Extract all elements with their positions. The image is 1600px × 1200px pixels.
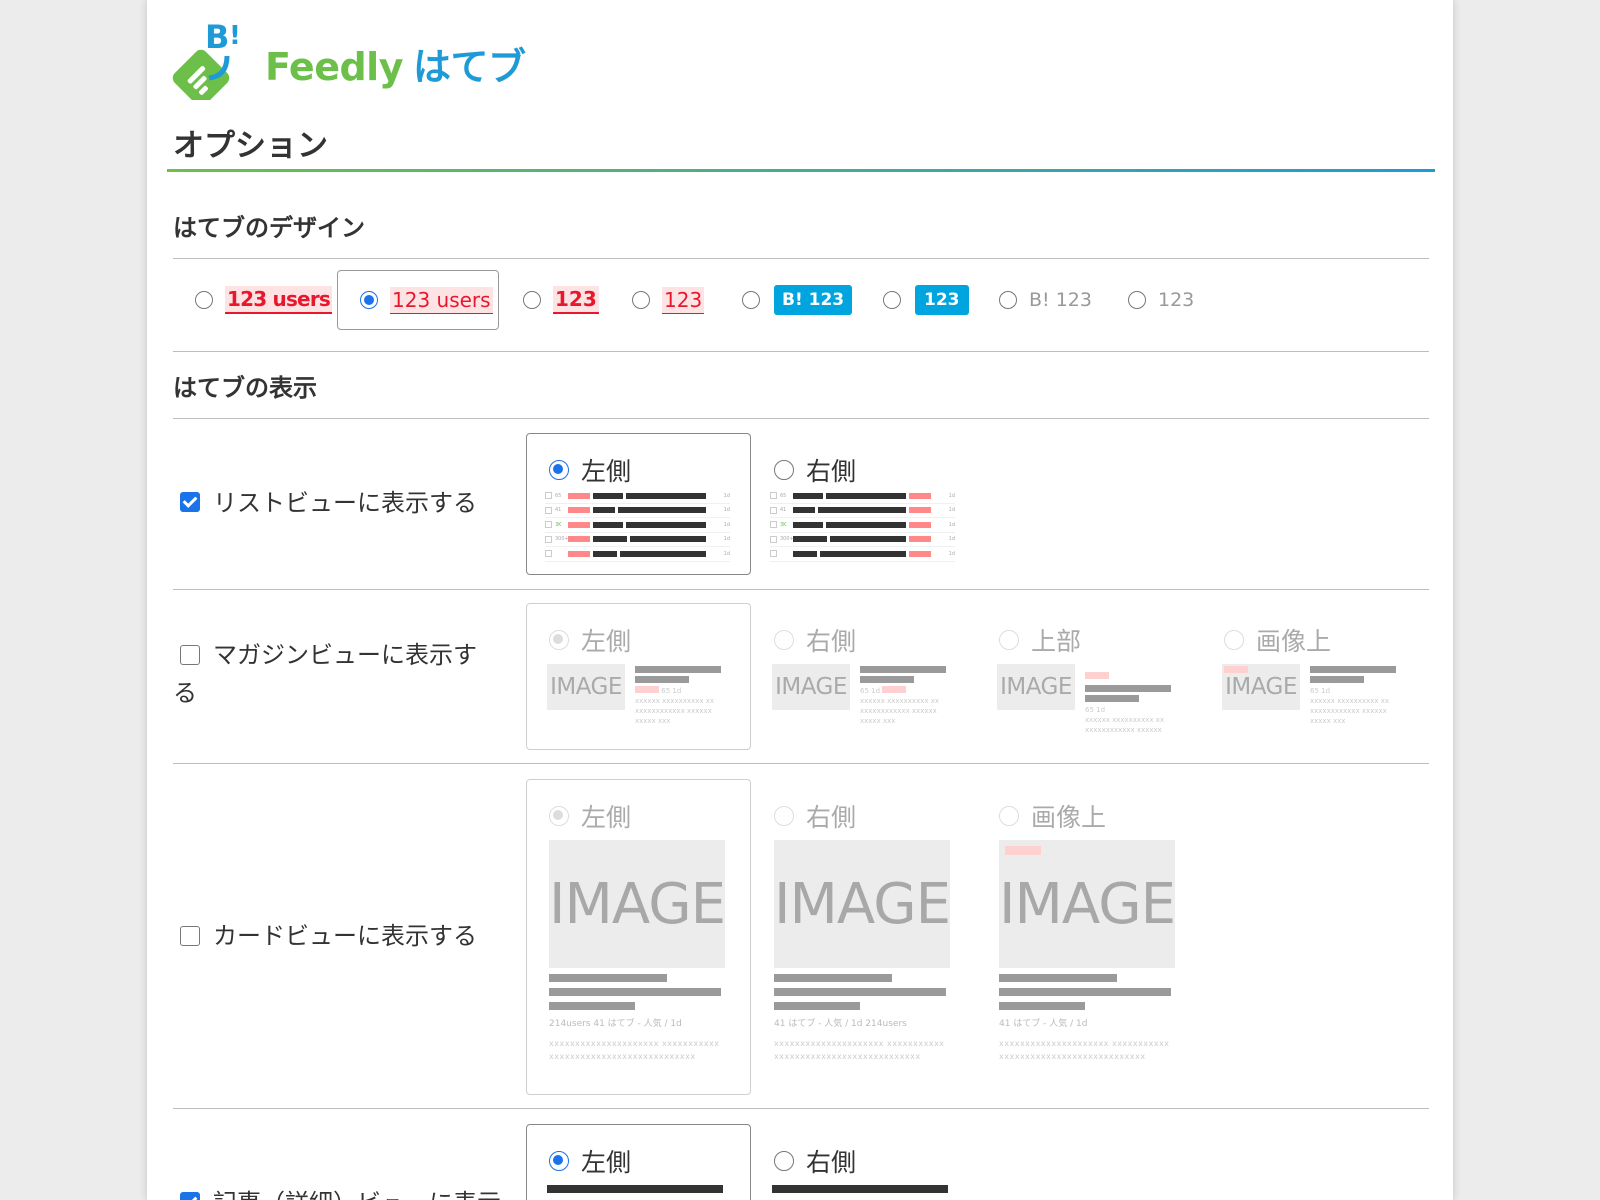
option-label: 右側: [806, 627, 857, 656]
card-view-option-right[interactable]: 右側 IMAGE 41 はてブ - 人気 / 1d 214users xxxxx…: [751, 779, 976, 1095]
design-option-1[interactable]: 123 users: [195, 270, 332, 330]
page-title: オプション: [173, 128, 328, 164]
radio-icon[interactable]: [774, 460, 794, 480]
design-sample-3: 123: [553, 286, 599, 314]
svg-text:B: B: [205, 18, 229, 56]
radio-icon[interactable]: [632, 291, 650, 309]
radio-icon[interactable]: [195, 291, 213, 309]
radio-icon[interactable]: [1128, 291, 1146, 309]
divider: [173, 418, 1429, 419]
list-view-option-right[interactable]: 右側 65 1d 41 1d 3K 1d 300+ 1d 1d: [751, 433, 976, 575]
option-label: 画像上: [1031, 803, 1107, 832]
design-sample-2: 123 users: [390, 286, 493, 314]
design-option-4[interactable]: 123: [632, 270, 705, 330]
magazine-view-option-left[interactable]: 左側 IMAGE 65 1d xxxxxx xxxxxxxxxx xx xxxx…: [526, 603, 751, 750]
radio-icon[interactable]: [774, 630, 794, 650]
design-option-2[interactable]: 123 users: [337, 270, 499, 330]
list-preview-left: 65 1d 41 1d 3K 1d 300+ 1d 1d: [545, 489, 730, 562]
divider: [173, 589, 1429, 590]
options-page: B ! Feedly はてブ オプション はてブのデザイン 123 users 1…: [147, 0, 1453, 1200]
radio-icon[interactable]: [1224, 630, 1244, 650]
article-view-checkbox[interactable]: [180, 1192, 200, 1200]
radio-icon[interactable]: [774, 806, 794, 826]
radio-icon[interactable]: [999, 630, 1019, 650]
list-view-label: リストビューに表示する: [213, 489, 477, 517]
section-title-display: はてブの表示: [173, 374, 317, 402]
design-sample-6: 123: [915, 285, 969, 315]
list-view-option-left[interactable]: 左側 65 1d 41 1d 3K 1d 300+ 1d 1d: [526, 433, 751, 575]
magazine-view-option-top[interactable]: 上部 IMAGE 65 1d xxxxxx xxxxxxxxxx xx xxxx…: [976, 603, 1201, 750]
radio-icon[interactable]: [883, 291, 901, 309]
magazine-view-label: マガジンビューに表示する: [173, 641, 477, 707]
section-title-design: はてブのデザイン: [173, 214, 365, 242]
magazine-view-option-on-image[interactable]: 画像上 IMAGE 65 1d xxxxxx xxxxxxxxxx xx xxx…: [1201, 603, 1426, 750]
option-label: 右側: [806, 1148, 857, 1177]
radio-icon-selected[interactable]: [549, 460, 569, 480]
radio-icon[interactable]: [742, 291, 760, 309]
article-preview-left: [547, 1185, 727, 1197]
card-preview-left: IMAGE 214users 41 はてブ - 人気 / 1d xxxxxxxx…: [549, 840, 726, 1063]
design-option-5[interactable]: B! 123: [742, 270, 853, 330]
brand-feedly: Feedly: [265, 45, 403, 89]
design-sample-7: B! 123: [1029, 289, 1092, 311]
card-preview-on-image: IMAGE 41 はてブ - 人気 / 1d xxxxxxxxxxxxxxxxx…: [999, 840, 1176, 1063]
design-sample-5: B! 123: [774, 285, 853, 315]
article-view-option-right[interactable]: 右側: [751, 1124, 976, 1200]
option-label: 画像上: [1256, 627, 1332, 656]
list-preview-right: 65 1d 41 1d 3K 1d 300+ 1d 1d: [770, 489, 955, 562]
brand-hatebu: はてブ: [412, 45, 526, 89]
radio-icon-selected[interactable]: [360, 291, 378, 309]
article-view-label: 記事（詳細）ビューに表示: [213, 1184, 533, 1200]
title-divider: [167, 169, 1435, 172]
list-view-checkbox[interactable]: [180, 492, 200, 512]
brand-title: Feedly はてブ: [265, 36, 526, 91]
design-sample-1: 123 users: [225, 286, 332, 314]
card-view-label: カードビューに表示する: [213, 922, 477, 950]
design-option-7[interactable]: B! 123: [999, 270, 1092, 330]
divider: [173, 351, 1429, 352]
card-view-option-left[interactable]: 左側 IMAGE 214users 41 はてブ - 人気 / 1d xxxxx…: [526, 779, 751, 1095]
design-option-8[interactable]: 123: [1128, 270, 1194, 330]
design-sample-4: 123: [662, 286, 705, 314]
radio-icon-selected[interactable]: [549, 806, 569, 826]
article-preview-right: [772, 1185, 952, 1197]
radio-icon-selected[interactable]: [549, 1151, 569, 1171]
design-option-6[interactable]: 123: [883, 270, 969, 330]
radio-icon-selected[interactable]: [549, 630, 569, 650]
option-label: 右側: [806, 457, 857, 486]
divider: [173, 763, 1429, 764]
article-view-option-left[interactable]: 左側: [526, 1124, 751, 1200]
feedly-hatebu-logo-icon: B !: [172, 18, 241, 100]
option-label: 左側: [581, 803, 632, 832]
divider: [173, 1108, 1429, 1109]
svg-text:!: !: [229, 21, 241, 51]
design-sample-8: 123: [1158, 289, 1195, 311]
card-preview-right: IMAGE 41 はてブ - 人気 / 1d 214users xxxxxxxx…: [774, 840, 951, 1063]
card-view-checkbox[interactable]: [180, 926, 200, 946]
design-option-3[interactable]: 123: [523, 270, 599, 330]
option-label: 左側: [581, 457, 632, 486]
radio-icon[interactable]: [523, 291, 541, 309]
divider: [173, 258, 1429, 259]
option-label: 左側: [581, 627, 632, 656]
option-label: 上部: [1031, 627, 1082, 656]
magazine-view-option-right[interactable]: 右側 IMAGE 65 1d xxxxxx xxxxxxxxxx xx xxxx…: [751, 603, 976, 750]
radio-icon[interactable]: [999, 806, 1019, 826]
card-view-option-on-image[interactable]: 画像上 IMAGE 41 はてブ - 人気 / 1d xxxxxxxxxxxxx…: [976, 779, 1201, 1095]
option-label: 左側: [581, 1148, 632, 1177]
option-label: 右側: [806, 803, 857, 832]
radio-icon[interactable]: [999, 291, 1017, 309]
radio-icon[interactable]: [774, 1151, 794, 1171]
